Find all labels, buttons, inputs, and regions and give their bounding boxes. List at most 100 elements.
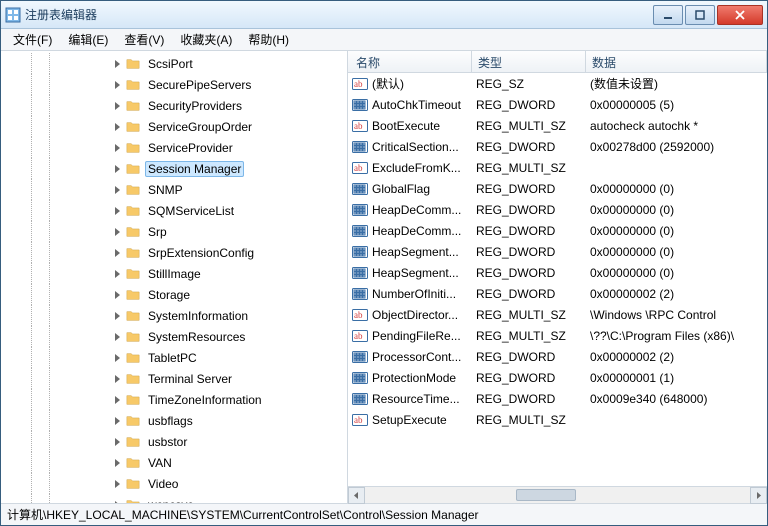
expander-icon[interactable] — [111, 163, 123, 175]
column-type[interactable]: 类型 — [472, 51, 586, 72]
value-type: REG_DWORD — [476, 182, 590, 196]
folder-icon — [125, 267, 141, 281]
tree-item[interactable]: ScsiPort — [1, 53, 347, 74]
expander-icon[interactable] — [111, 268, 123, 280]
value-row[interactable]: SetupExecuteREG_MULTI_SZ — [348, 409, 767, 430]
menu-edit[interactable]: 编辑(E) — [60, 29, 116, 50]
tree-item[interactable]: VAN — [1, 452, 347, 473]
value-data: 0x00000002 (2) — [590, 287, 767, 301]
value-row[interactable]: HeapSegment...REG_DWORD0x00000000 (0) — [348, 262, 767, 283]
tree-item-label: SystemResources — [145, 329, 248, 345]
expander-icon[interactable] — [111, 310, 123, 322]
expander-icon[interactable] — [111, 184, 123, 196]
tree-item[interactable]: wcncsvc — [1, 494, 347, 503]
tree-item[interactable]: SystemInformation — [1, 305, 347, 326]
tree-item[interactable]: usbflags — [1, 410, 347, 431]
menu-help[interactable]: 帮助(H) — [240, 29, 297, 50]
value-row[interactable]: (默认)REG_SZ(数值未设置) — [348, 73, 767, 94]
expander-icon[interactable] — [111, 100, 123, 112]
scroll-left-arrow[interactable] — [348, 487, 365, 504]
column-data[interactable]: 数据 — [586, 51, 767, 72]
expander-icon[interactable] — [111, 415, 123, 427]
minimize-button[interactable] — [653, 5, 683, 25]
tree-item[interactable]: ServiceGroupOrder — [1, 116, 347, 137]
binary-value-icon — [352, 244, 368, 260]
value-data: 0x00000000 (0) — [590, 245, 767, 259]
tree-item[interactable]: SrpExtensionConfig — [1, 242, 347, 263]
expander-icon[interactable] — [111, 457, 123, 469]
tree-item[interactable]: Storage — [1, 284, 347, 305]
value-row[interactable]: ObjectDirector...REG_MULTI_SZ\Windows \R… — [348, 304, 767, 325]
expander-icon[interactable] — [111, 58, 123, 70]
menu-file[interactable]: 文件(F) — [5, 29, 60, 50]
expander-icon[interactable] — [111, 478, 123, 490]
value-row[interactable]: ProcessorCont...REG_DWORD0x00000002 (2) — [348, 346, 767, 367]
maximize-button[interactable] — [685, 5, 715, 25]
value-row[interactable]: ProtectionModeREG_DWORD0x00000001 (1) — [348, 367, 767, 388]
value-type: REG_DWORD — [476, 203, 590, 217]
menu-favorites[interactable]: 收藏夹(A) — [172, 29, 240, 50]
tree-item[interactable]: Video — [1, 473, 347, 494]
status-path: 计算机\HKEY_LOCAL_MACHINE\SYSTEM\CurrentCon… — [7, 506, 479, 523]
tree-item[interactable]: SNMP — [1, 179, 347, 200]
value-row[interactable]: HeapDeComm...REG_DWORD0x00000000 (0) — [348, 220, 767, 241]
tree-item[interactable]: TimeZoneInformation — [1, 389, 347, 410]
scroll-thumb[interactable] — [516, 489, 576, 501]
value-row[interactable]: CriticalSection...REG_DWORD0x00278d00 (2… — [348, 136, 767, 157]
column-name[interactable]: 名称 — [348, 51, 472, 72]
expander-icon[interactable] — [111, 289, 123, 301]
expander-icon[interactable] — [111, 436, 123, 448]
value-row[interactable]: GlobalFlagREG_DWORD0x00000000 (0) — [348, 178, 767, 199]
string-value-icon — [352, 307, 368, 323]
expander-icon[interactable] — [111, 352, 123, 364]
expander-icon[interactable] — [111, 142, 123, 154]
scroll-right-arrow[interactable] — [750, 487, 767, 504]
tree-item[interactable]: Srp — [1, 221, 347, 242]
tree-item-label: SrpExtensionConfig — [145, 245, 257, 261]
tree-item-label: SystemInformation — [145, 308, 251, 324]
value-name: HeapDeComm... — [372, 224, 476, 238]
tree-item[interactable]: SQMServiceList — [1, 200, 347, 221]
expander-icon[interactable] — [111, 247, 123, 259]
expander-icon[interactable] — [111, 226, 123, 238]
value-name: BootExecute — [372, 119, 476, 133]
folder-icon — [125, 372, 141, 386]
tree-item[interactable]: SystemResources — [1, 326, 347, 347]
tree-item[interactable]: ServiceProvider — [1, 137, 347, 158]
value-row[interactable]: HeapSegment...REG_DWORD0x00000000 (0) — [348, 241, 767, 262]
close-button[interactable] — [717, 5, 763, 25]
tree-item[interactable]: StillImage — [1, 263, 347, 284]
expander-icon[interactable] — [111, 205, 123, 217]
value-row[interactable]: ResourceTime...REG_DWORD0x0009e340 (6480… — [348, 388, 767, 409]
list-body[interactable]: (默认)REG_SZ(数值未设置)AutoChkTimeoutREG_DWORD… — [348, 73, 767, 486]
expander-icon[interactable] — [111, 79, 123, 91]
folder-icon — [125, 225, 141, 239]
tree-item[interactable]: SecurityProviders — [1, 95, 347, 116]
expander-icon[interactable] — [111, 394, 123, 406]
horizontal-scrollbar[interactable] — [348, 486, 767, 503]
value-row[interactable]: HeapDeComm...REG_DWORD0x00000000 (0) — [348, 199, 767, 220]
expander-icon[interactable] — [111, 121, 123, 133]
tree-pane[interactable]: ScsiPort SecurePipeServers SecurityProvide… — [1, 51, 348, 503]
tree-item[interactable]: SecurePipeServers — [1, 74, 347, 95]
value-row[interactable]: NumberOfIniti...REG_DWORD0x00000002 (2) — [348, 283, 767, 304]
tree-item[interactable]: TabletPC — [1, 347, 347, 368]
expander-icon[interactable] — [111, 331, 123, 343]
expander-icon[interactable] — [111, 373, 123, 385]
tree-item[interactable]: Terminal Server — [1, 368, 347, 389]
value-row[interactable]: PendingFileRe...REG_MULTI_SZ\??\C:\Progr… — [348, 325, 767, 346]
tree-item[interactable]: Session Manager — [1, 158, 347, 179]
value-row[interactable]: AutoChkTimeoutREG_DWORD0x00000005 (5) — [348, 94, 767, 115]
app-icon — [5, 7, 21, 23]
tree-item[interactable]: usbstor — [1, 431, 347, 452]
value-row[interactable]: ExcludeFromK...REG_MULTI_SZ — [348, 157, 767, 178]
tree-item-label: Srp — [145, 224, 170, 240]
tree-item-label: usbflags — [145, 413, 196, 429]
folder-icon — [125, 393, 141, 407]
tree-item-label: SecurePipeServers — [145, 77, 254, 93]
menu-view[interactable]: 查看(V) — [116, 29, 172, 50]
titlebar[interactable]: 注册表编辑器 — [1, 1, 767, 29]
folder-icon — [125, 204, 141, 218]
value-row[interactable]: BootExecuteREG_MULTI_SZautocheck autochk… — [348, 115, 767, 136]
folder-icon — [125, 414, 141, 428]
